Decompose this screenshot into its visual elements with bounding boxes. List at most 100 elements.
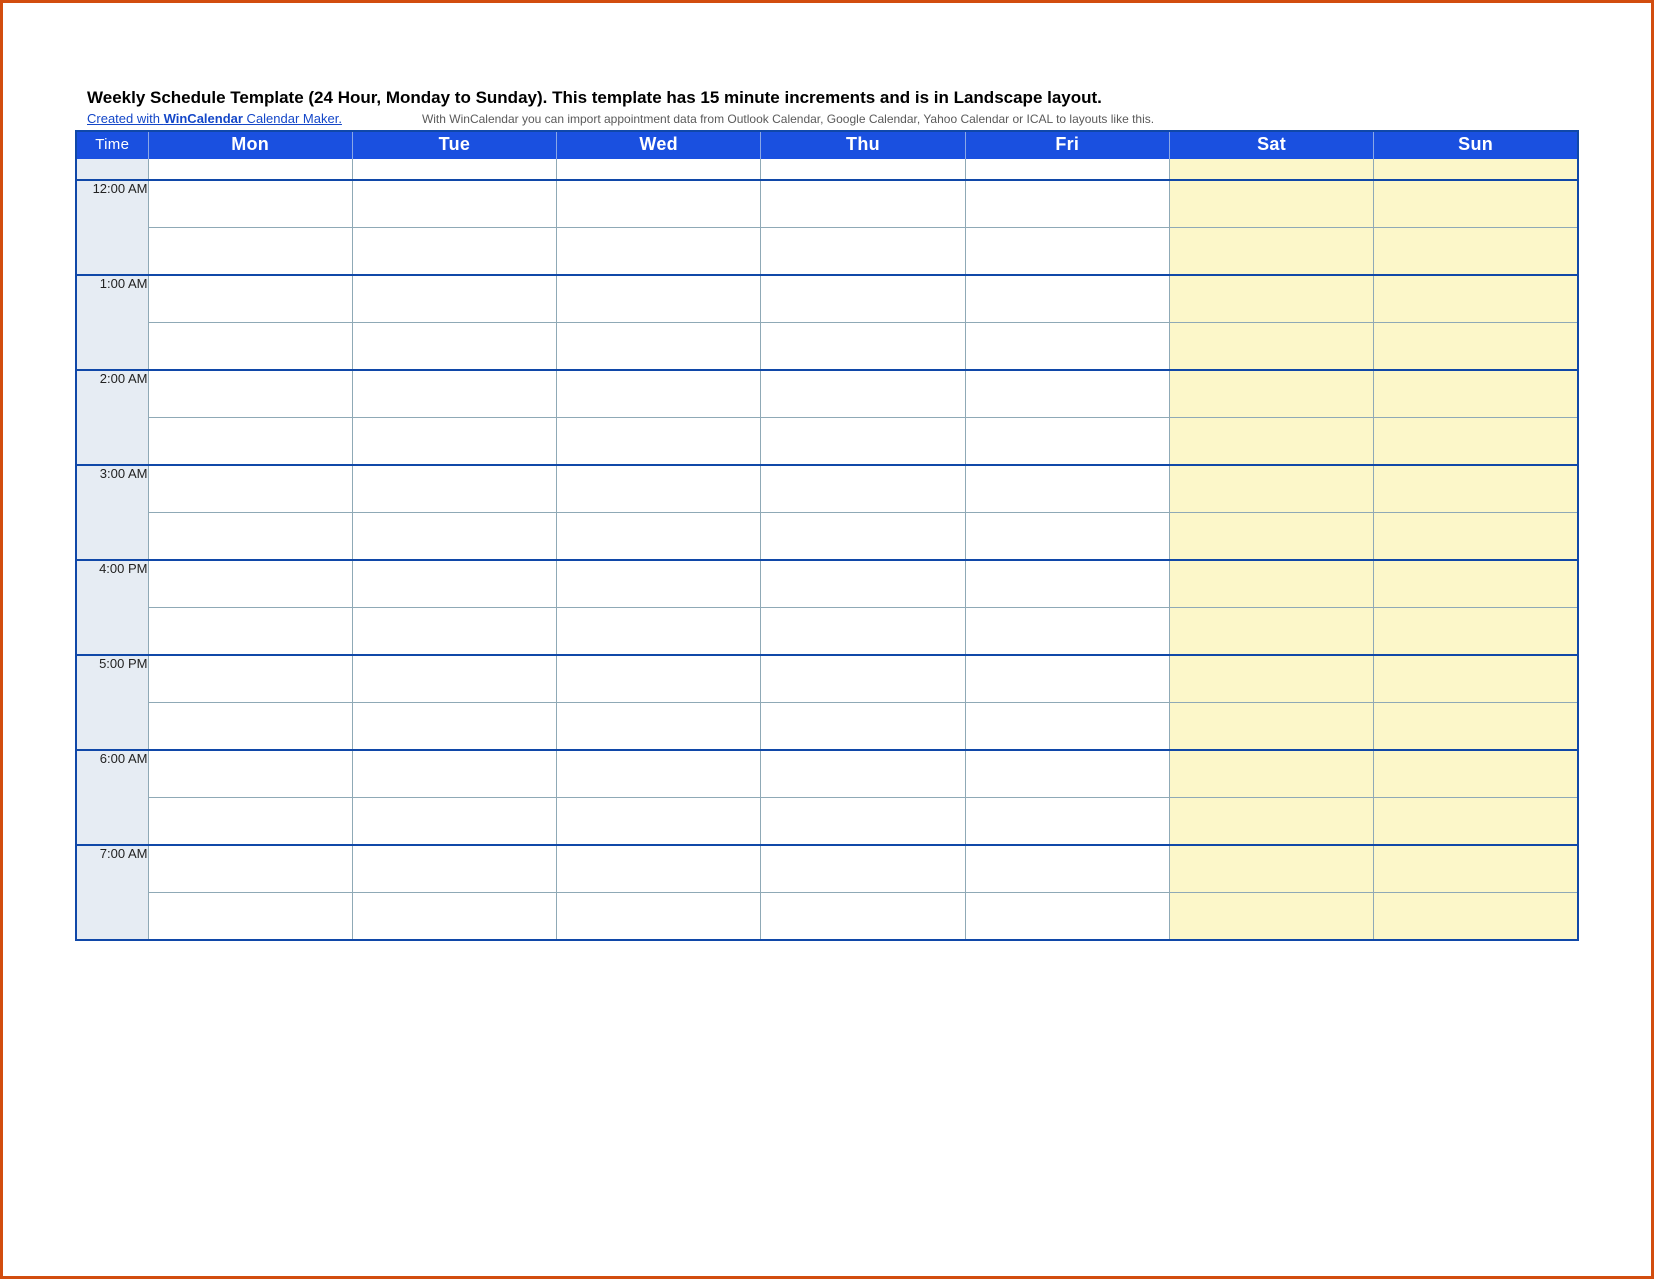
cell-sun[interactable] — [1374, 845, 1578, 893]
cell[interactable] — [352, 893, 556, 941]
cell[interactable] — [148, 228, 352, 276]
cell-sun[interactable] — [1374, 159, 1578, 180]
cell-sun[interactable] — [1374, 560, 1578, 608]
cell[interactable] — [557, 159, 761, 180]
cell[interactable] — [148, 893, 352, 941]
cell-sat[interactable] — [1169, 323, 1373, 371]
cell[interactable] — [557, 893, 761, 941]
cell[interactable] — [148, 370, 352, 418]
cell[interactable] — [761, 465, 965, 513]
cell[interactable] — [148, 465, 352, 513]
cell[interactable] — [557, 418, 761, 466]
cell-sat[interactable] — [1169, 560, 1373, 608]
wincalendar-link[interactable]: Created with WinCalendar Calendar Maker. — [87, 111, 342, 126]
cell[interactable] — [148, 655, 352, 703]
cell[interactable] — [965, 750, 1169, 798]
cell-sat[interactable] — [1169, 513, 1373, 561]
cell[interactable] — [761, 560, 965, 608]
cell[interactable] — [761, 845, 965, 893]
cell[interactable] — [557, 798, 761, 846]
cell-sat[interactable] — [1169, 703, 1373, 751]
cell-sat[interactable] — [1169, 370, 1373, 418]
cell-sat[interactable] — [1169, 798, 1373, 846]
cell[interactable] — [352, 560, 556, 608]
cell[interactable] — [965, 560, 1169, 608]
cell[interactable] — [965, 159, 1169, 180]
cell[interactable] — [352, 513, 556, 561]
cell[interactable] — [148, 560, 352, 608]
cell-sun[interactable] — [1374, 798, 1578, 846]
cell[interactable] — [557, 560, 761, 608]
cell[interactable] — [761, 750, 965, 798]
cell[interactable] — [965, 180, 1169, 228]
cell[interactable] — [557, 275, 761, 323]
cell[interactable] — [965, 703, 1169, 751]
cell[interactable] — [352, 418, 556, 466]
cell-sun[interactable] — [1374, 323, 1578, 371]
cell-sun[interactable] — [1374, 608, 1578, 656]
cell-sun[interactable] — [1374, 275, 1578, 323]
cell[interactable] — [557, 180, 761, 228]
cell[interactable] — [965, 370, 1169, 418]
cell[interactable] — [557, 845, 761, 893]
cell-sun[interactable] — [1374, 655, 1578, 703]
cell-sat[interactable] — [1169, 418, 1373, 466]
cell[interactable] — [352, 608, 556, 656]
cell-sun[interactable] — [1374, 418, 1578, 466]
cell[interactable] — [965, 655, 1169, 703]
cell[interactable] — [761, 893, 965, 941]
cell[interactable] — [352, 845, 556, 893]
cell-sat[interactable] — [1169, 465, 1373, 513]
cell-sun[interactable] — [1374, 703, 1578, 751]
cell[interactable] — [557, 608, 761, 656]
cell[interactable] — [557, 703, 761, 751]
cell[interactable] — [965, 798, 1169, 846]
cell[interactable] — [965, 893, 1169, 941]
cell[interactable] — [761, 418, 965, 466]
cell-sat[interactable] — [1169, 608, 1373, 656]
cell[interactable] — [352, 275, 556, 323]
cell[interactable] — [557, 323, 761, 371]
cell[interactable] — [761, 323, 965, 371]
cell[interactable] — [965, 418, 1169, 466]
cell[interactable] — [557, 228, 761, 276]
cell[interactable] — [761, 159, 965, 180]
cell[interactable] — [148, 180, 352, 228]
cell[interactable] — [148, 703, 352, 751]
cell[interactable] — [352, 159, 556, 180]
cell[interactable] — [761, 228, 965, 276]
cell-sun[interactable] — [1374, 228, 1578, 276]
cell-sun[interactable] — [1374, 370, 1578, 418]
cell-sat[interactable] — [1169, 655, 1373, 703]
cell-sun[interactable] — [1374, 180, 1578, 228]
cell[interactable] — [761, 513, 965, 561]
cell-sat[interactable] — [1169, 750, 1373, 798]
cell[interactable] — [148, 159, 352, 180]
cell[interactable] — [352, 228, 556, 276]
cell[interactable] — [761, 275, 965, 323]
cell[interactable] — [557, 750, 761, 798]
cell[interactable] — [148, 798, 352, 846]
cell[interactable] — [965, 608, 1169, 656]
cell[interactable] — [557, 513, 761, 561]
cell-sat[interactable] — [1169, 275, 1373, 323]
cell[interactable] — [761, 370, 965, 418]
cell[interactable] — [352, 750, 556, 798]
cell[interactable] — [965, 845, 1169, 893]
cell[interactable] — [352, 655, 556, 703]
cell[interactable] — [965, 323, 1169, 371]
cell[interactable] — [148, 275, 352, 323]
cell[interactable] — [352, 798, 556, 846]
cell[interactable] — [557, 465, 761, 513]
cell[interactable] — [352, 703, 556, 751]
cell[interactable] — [965, 275, 1169, 323]
cell[interactable] — [761, 798, 965, 846]
cell[interactable] — [148, 418, 352, 466]
cell-sat[interactable] — [1169, 845, 1373, 893]
cell[interactable] — [557, 370, 761, 418]
cell[interactable] — [148, 750, 352, 798]
cell-sun[interactable] — [1374, 513, 1578, 561]
cell[interactable] — [352, 465, 556, 513]
cell-sat[interactable] — [1169, 180, 1373, 228]
cell[interactable] — [148, 845, 352, 893]
